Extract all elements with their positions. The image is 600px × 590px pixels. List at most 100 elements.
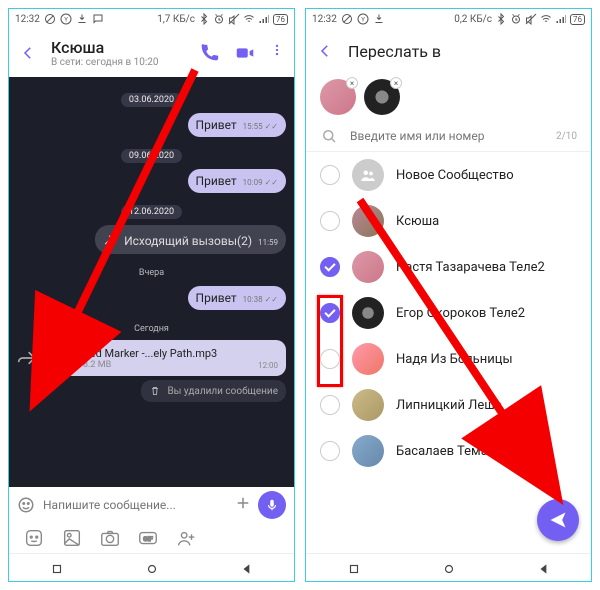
back-button[interactable] — [316, 42, 334, 60]
send-fab[interactable] — [537, 499, 579, 541]
sent-message[interactable]: Привет 10:38 ✓✓ — [188, 286, 286, 310]
battery-indicator: 76 — [570, 14, 585, 25]
yandex-icon: Y — [60, 13, 72, 25]
nav-recent[interactable] — [50, 561, 64, 575]
bluetooth-icon — [198, 13, 210, 25]
date-chip: Сегодня — [17, 316, 286, 336]
contact-button[interactable] — [175, 527, 197, 549]
message-icon — [92, 13, 104, 25]
battery-indicator: 76 — [273, 14, 288, 25]
contact-row[interactable]: Новое Сообщество — [306, 152, 591, 198]
smiley-icon[interactable] — [17, 496, 35, 514]
nav-back[interactable] — [240, 561, 254, 575]
chat-last-seen: В сети: сегодня в 10:20 — [51, 57, 184, 68]
wifi-icon — [243, 13, 255, 25]
net-speed: 1,7 КБ/с — [157, 14, 195, 25]
wifi-icon — [540, 13, 552, 25]
contact-name: Егор Окороков Теле2 — [396, 306, 525, 321]
checkbox[interactable] — [320, 349, 340, 369]
chat-title-block[interactable]: Ксюша В сети: сегодня в 10:20 — [51, 38, 184, 68]
contact-row[interactable]: Егор Окороков Теле2 — [306, 290, 591, 336]
silent-icon — [44, 13, 56, 25]
search-input[interactable] — [348, 128, 546, 144]
send-icon — [548, 510, 568, 530]
mute-icon — [525, 13, 537, 25]
forward-title: Переслать в — [348, 42, 441, 61]
selection-counter: 2/10 — [556, 131, 577, 142]
chat-title: Ксюша — [51, 38, 184, 57]
remove-chip-icon[interactable]: × — [390, 77, 402, 89]
svg-text:Y: Y — [361, 17, 365, 24]
date-chip: 12.06.2020 — [17, 199, 286, 219]
android-status-bar: 12:32 Y 0,2 КБ/с 76 — [306, 9, 591, 29]
sent-message[interactable]: Привет 15:55 ✓✓ — [188, 113, 286, 137]
contact-name: Басалаев Тема — [396, 444, 488, 459]
more-button[interactable] — [270, 42, 284, 64]
contact-row[interactable]: Басалаев Тема — [306, 428, 591, 474]
trash-icon — [149, 385, 161, 397]
avatar — [352, 435, 384, 467]
status-clock: 12:32 — [15, 14, 40, 25]
signal-icon — [555, 13, 567, 25]
checkbox-checked[interactable] — [320, 257, 340, 277]
contact-row[interactable]: Ксюша — [306, 198, 591, 244]
message-input[interactable] — [41, 497, 228, 513]
nav-home[interactable] — [145, 561, 159, 575]
share-icon[interactable] — [17, 348, 37, 368]
checkbox[interactable] — [320, 395, 340, 415]
video-call-button[interactable] — [234, 42, 256, 64]
phone-forward: 12:32 Y 0,2 КБ/с 76 Переслать в × × — [305, 8, 592, 582]
checkbox[interactable] — [320, 165, 340, 185]
back-button[interactable] — [19, 44, 37, 62]
gif-button[interactable]: GIF — [137, 527, 159, 549]
file-message[interactable]: Red Marker -...ely Path.mp3 8.2 MB 12:00 — [43, 340, 286, 376]
selected-recipients: × × — [306, 73, 591, 121]
checkbox-checked[interactable] — [320, 303, 340, 323]
avatar — [352, 389, 384, 421]
sent-message[interactable]: Привет 10:09 ✓✓ — [188, 169, 286, 193]
checkbox[interactable] — [320, 441, 340, 461]
selected-chip[interactable]: × — [364, 79, 400, 115]
remove-chip-icon[interactable]: × — [346, 77, 358, 89]
date-chip: Вчера — [17, 260, 286, 280]
checkbox[interactable] — [320, 211, 340, 231]
nav-recent[interactable] — [347, 561, 361, 575]
contact-name: Липницкий Леша — [396, 398, 502, 413]
bluetooth-icon — [495, 13, 507, 25]
mic-button[interactable] — [258, 491, 286, 519]
composer — [9, 487, 294, 523]
phone-chat: 12:32 Y 1,7 КБ/с 76 Ксюша В сети: сег — [8, 8, 295, 582]
net-speed: 0,2 КБ/с — [454, 14, 492, 25]
chat-body[interactable]: 03.06.2020 Привет 15:55 ✓✓ 09.06.2020 Пр… — [9, 77, 294, 487]
avatar — [352, 297, 384, 329]
contact-row[interactable]: Настя Тазарачева Теле2 — [306, 244, 591, 290]
download-icon[interactable] — [51, 346, 75, 370]
search-row: 2/10 — [306, 121, 591, 151]
contact-name: Ксюша — [396, 214, 439, 229]
download-icon — [76, 13, 88, 25]
voice-call-button[interactable] — [198, 42, 220, 64]
avatar — [352, 205, 384, 237]
mute-icon — [228, 13, 240, 25]
contact-row[interactable]: Липницкий Леша — [306, 382, 591, 428]
contact-row[interactable]: Надя Из Больницы — [306, 336, 591, 382]
nav-back[interactable] — [537, 561, 551, 575]
plus-button[interactable] — [234, 494, 252, 516]
camera-button[interactable] — [99, 527, 121, 549]
file-size: 8.2 MB — [83, 360, 250, 370]
nav-home[interactable] — [442, 561, 456, 575]
yandex-icon: Y — [357, 13, 369, 25]
avatar — [352, 251, 384, 283]
call-log[interactable]: ↗ Исходящий вызовы(2) 11:59 — [95, 225, 286, 254]
deleted-message: Вы удалили сообщение — [141, 380, 286, 402]
contact-name: Настя Тазарачева Теле2 — [396, 260, 545, 275]
status-clock: 12:32 — [312, 14, 337, 25]
sticker-button[interactable] — [23, 527, 45, 549]
contact-name: Надя Из Больницы — [396, 352, 513, 367]
selected-chip[interactable]: × — [320, 79, 356, 115]
date-chip: 09.06.2020 — [17, 143, 286, 163]
avatar — [352, 343, 384, 375]
gallery-button[interactable] — [61, 527, 83, 549]
attach-toolbar: GIF — [9, 523, 294, 553]
contact-list[interactable]: Новое Сообщество Ксюша Настя Тазарачева … — [306, 152, 591, 553]
